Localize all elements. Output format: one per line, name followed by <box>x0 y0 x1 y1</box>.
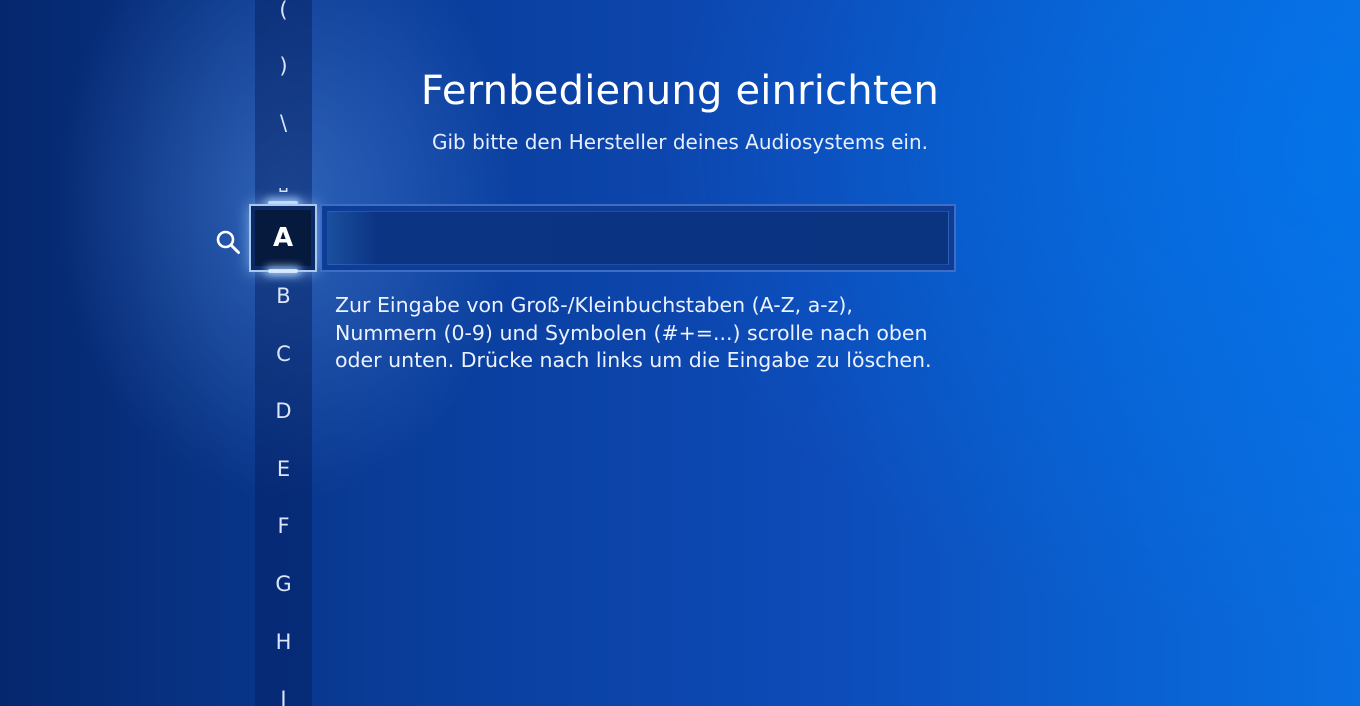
input-help-text: Zur Eingabe von Groß-/Kleinbuchstaben (A… <box>335 292 975 375</box>
picker-char-f[interactable]: F <box>255 506 312 546</box>
picker-selected-char[interactable]: A <box>249 204 317 272</box>
picker-char-close-paren[interactable]: ) <box>255 46 312 86</box>
manufacturer-search-input[interactable] <box>320 204 956 272</box>
picker-char-space[interactable]: ⎵ <box>255 160 312 200</box>
page-subtitle: Gib bitte den Hersteller deines Audiosys… <box>431 130 928 154</box>
selection-glow-bottom <box>268 269 298 273</box>
help-line-2: Nummern (0-9) und Symbolen (#+=...) scro… <box>335 320 928 345</box>
input-text-area[interactable] <box>327 211 949 265</box>
selected-char-label: A <box>272 223 294 253</box>
help-line-1: Zur Eingabe von Groß-/Kleinbuchstaben (A… <box>335 293 853 317</box>
picker-char-backslash[interactable]: \ <box>255 103 312 143</box>
picker-char-open-paren[interactable]: ( <box>255 0 312 30</box>
picker-char-e[interactable]: E <box>255 449 312 489</box>
picker-char-h[interactable]: H <box>255 622 312 662</box>
help-line-3: oder unten. Drücke nach links um die Ein… <box>335 348 932 372</box>
page-title: Fernbedienung einrichten <box>420 68 940 114</box>
picker-char-g[interactable]: G <box>255 564 312 604</box>
picker-char-d[interactable]: D <box>255 391 312 431</box>
picker-char-c[interactable]: C <box>255 334 312 374</box>
search-icon <box>216 230 240 254</box>
picker-char-i[interactable]: I <box>255 679 312 706</box>
picker-char-b[interactable]: B <box>255 276 312 316</box>
